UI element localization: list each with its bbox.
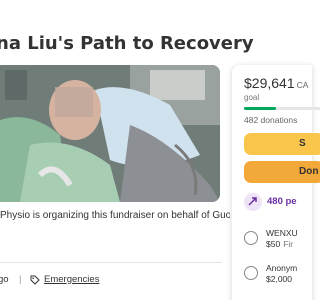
donor-amount: $2,000 — [266, 274, 292, 284]
tag-icon — [30, 275, 40, 285]
donor-name: Anonym — [266, 263, 298, 273]
amount-raised: $29,641 CA — [244, 75, 308, 93]
organizer-description: Physio is organizing this fundraiser on … — [0, 210, 230, 221]
donor-type: Fir — [283, 239, 294, 249]
goal-label: goal — [244, 93, 260, 102]
meta-separator: | — [19, 274, 22, 285]
hospital-patient-photo — [0, 65, 220, 202]
donation-sidebar: $29,641 CA goal 482 donations S Don 480 p… — [232, 65, 320, 300]
trend-arrow-icon — [244, 193, 262, 211]
donor-heart-icon — [244, 266, 258, 280]
divider — [0, 262, 222, 263]
created-ago-text: go — [0, 274, 9, 285]
amount-currency: CA — [296, 80, 309, 90]
donor-amount: $50 — [266, 239, 281, 249]
category-link[interactable]: Emergencies — [44, 270, 99, 290]
donor-name: WENXU — [266, 228, 298, 238]
share-button[interactable]: S — [244, 133, 320, 155]
donate-button[interactable]: Don — [244, 161, 320, 183]
donor-amount-line: $2,000 — [266, 274, 295, 284]
amount-value: $29,641 — [244, 75, 295, 91]
people-count-text: 480 pe — [267, 196, 297, 207]
donor-amount-line: $50 Fir — [266, 239, 293, 249]
donor-heart-icon — [244, 231, 258, 245]
progress-bar — [244, 107, 320, 110]
fundraiser-hero-image[interactable] — [0, 65, 220, 202]
fundraiser-meta-row: go | Emergencies — [0, 270, 222, 290]
page-title: na Liu's Path to Recovery — [0, 33, 254, 54]
donation-count: 482 donations — [244, 115, 298, 125]
progress-bar-fill — [244, 107, 276, 110]
